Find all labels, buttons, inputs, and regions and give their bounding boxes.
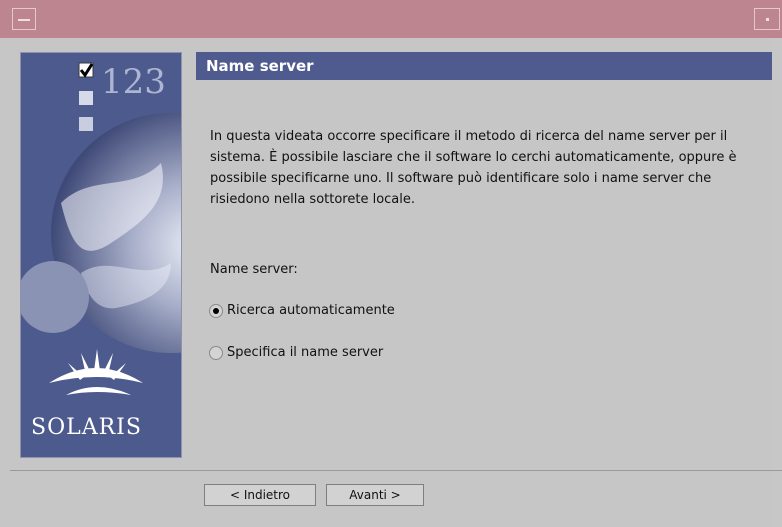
button-separator [10,470,782,471]
minimize-icon[interactable] [754,8,780,30]
radio-auto-search[interactable]: Ricerca automaticamente [209,303,395,318]
radio-unselected-icon[interactable] [209,345,223,360]
radio-specify-server[interactable]: Specifica il name server [209,345,383,360]
description-text: In questa videata occorre specificare il… [210,129,737,207]
radio-auto-search-label[interactable]: Ricerca automaticamente [227,303,395,318]
radio-selected-icon[interactable] [209,303,223,318]
page-title: Name server [196,52,772,80]
name-server-label: Name server: [210,262,298,277]
steps-text: 123 [101,62,166,102]
checkbox-step-3 [79,117,93,131]
solaris-logo: SOLARIS [31,415,142,440]
solaris-side-panel: 123 SOLARIS [20,52,182,458]
window-titlebar[interactable] [0,0,782,38]
panel-artwork: 123 [21,53,181,457]
checkbox-step-2 [79,91,93,105]
wizard-content: 123 SOLARIS Name server In questa videat… [0,38,782,527]
radio-specify-server-label[interactable]: Specifica il name server [227,345,383,360]
window-menu-icon[interactable] [12,8,36,30]
next-button[interactable]: Avanti > [326,484,424,506]
back-button[interactable]: < Indietro [204,484,316,506]
